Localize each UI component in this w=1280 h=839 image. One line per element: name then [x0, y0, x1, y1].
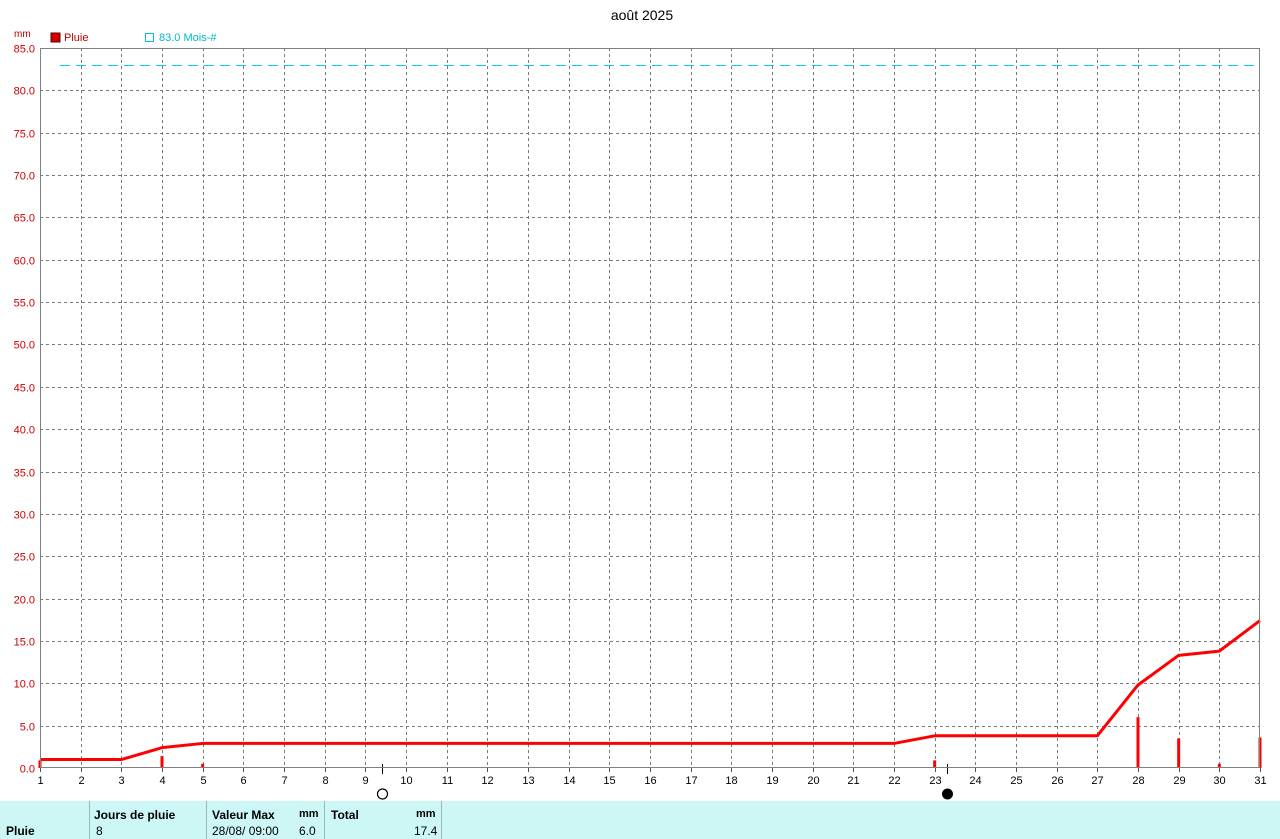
- x-tick-label: 13: [522, 775, 534, 787]
- x-tick-label: 14: [563, 775, 575, 787]
- x-tick-label: 17: [685, 775, 697, 787]
- y-tick-label: 35.0: [14, 468, 35, 480]
- x-tick-label: 8: [322, 775, 328, 787]
- x-tick-label: 16: [644, 775, 656, 787]
- daily-rain-bar: [1177, 738, 1181, 768]
- y-axis-unit-label: mm: [14, 29, 31, 40]
- x-tick-label: 7: [281, 775, 287, 787]
- x-tick-label: 28: [1132, 775, 1144, 787]
- y-tick-label: 0.0: [20, 764, 35, 776]
- x-tick-label: 19: [766, 775, 778, 787]
- summary-divider: [206, 801, 207, 839]
- y-tick-label: 40.0: [14, 425, 35, 437]
- total-unit-header: mm: [416, 808, 436, 820]
- x-tick-label: 18: [725, 775, 737, 787]
- x-tick-label: 22: [888, 775, 900, 787]
- summary-divider: [324, 801, 325, 839]
- daily-rain-bar: [1136, 717, 1140, 768]
- summary-row-label: Pluie: [6, 824, 35, 838]
- x-tick-label: 9: [362, 775, 368, 787]
- summary-table: Jours de pluie Valeur Max mm Total mm Pl…: [0, 801, 1280, 839]
- x-tick-label: 29: [1173, 775, 1185, 787]
- legend-rain-swatch: [50, 32, 61, 43]
- x-tick-label: 10: [400, 775, 412, 787]
- chart-title: août 2025: [611, 7, 673, 23]
- y-tick-label: 45.0: [14, 383, 35, 395]
- x-tick-label: 26: [1051, 775, 1063, 787]
- rain-days-header: Jours de pluie: [94, 808, 176, 822]
- y-tick-label: 10.0: [14, 679, 35, 691]
- summary-divider: [89, 801, 90, 839]
- x-tick-label: 11: [442, 775, 453, 787]
- daily-rain-bar: [933, 760, 937, 768]
- rain-chart: août 2025 mm Pluie 83.0 Mois-# 0.0 5.0 10.…: [14, 7, 1267, 800]
- x-tick-label: 6: [240, 775, 246, 787]
- max-value-header: Valeur Max: [212, 808, 275, 822]
- x-tick-label: 23: [929, 775, 941, 787]
- daily-rain-bar: [160, 756, 164, 768]
- x-tick-label: 5: [200, 775, 206, 787]
- full-moon-icon: [376, 788, 389, 800]
- y-axis-ticks: 0.0 5.0 10.0 15.0 20.0 25.0 30.0 35.0 40.0 45.0 50…: [14, 44, 35, 776]
- legend-reference-swatch: [145, 33, 154, 42]
- max-value-amount: 6.0: [299, 824, 316, 838]
- grid: [40, 48, 1260, 768]
- legend: Pluie 83.0 Mois-#: [50, 32, 217, 44]
- y-tick-label: 75.0: [14, 129, 35, 141]
- x-tick-label: 4: [159, 775, 165, 787]
- x-tick-label: 3: [118, 775, 124, 787]
- x-tick-label: 15: [603, 775, 615, 787]
- moon-phase-markers: [376, 764, 953, 800]
- x-tick-label: 30: [1213, 775, 1225, 787]
- max-value-date: 28/08/ 09:00: [212, 824, 279, 838]
- summary-divider: [441, 801, 442, 839]
- x-tick-label: 2: [78, 775, 84, 787]
- y-tick-label: 15.0: [14, 637, 35, 649]
- total-value: 17.4: [414, 824, 438, 838]
- y-tick-label: 85.0: [14, 44, 35, 56]
- total-header: Total: [331, 808, 359, 822]
- x-tick-label: 1: [37, 775, 43, 787]
- max-unit-header: mm: [299, 808, 319, 820]
- y-tick-label: 50.0: [14, 340, 35, 352]
- y-tick-label: 55.0: [14, 298, 35, 310]
- x-tick-label: 24: [969, 775, 981, 787]
- y-tick-label: 60.0: [14, 256, 35, 268]
- x-tick-label: 12: [481, 775, 493, 787]
- y-tick-label: 5.0: [20, 722, 35, 734]
- x-axis-ticks: 1 2 3 4 5 6 7 8 9 10 11 12 13 14 15 16 17 18 19 20 21 22 23 24 2…: [37, 768, 1267, 787]
- y-tick-label: 30.0: [14, 510, 35, 522]
- x-tick-label: 31: [1254, 775, 1266, 787]
- legend-rain-label: Pluie: [64, 32, 88, 44]
- y-tick-label: 25.0: [14, 552, 35, 564]
- x-tick-label: 20: [807, 775, 819, 787]
- y-tick-label: 20.0: [14, 595, 35, 607]
- rain-days-value: 8: [96, 824, 103, 838]
- x-tick-label: 27: [1091, 775, 1103, 787]
- x-tick-label: 21: [847, 775, 859, 787]
- legend-reference-label: 83.0 Mois-#: [159, 32, 217, 44]
- y-tick-label: 70.0: [14, 171, 35, 183]
- new-moon-icon: [942, 788, 953, 800]
- x-tick-label: 25: [1010, 775, 1022, 787]
- y-tick-label: 65.0: [14, 213, 35, 225]
- y-tick-label: 80.0: [14, 86, 35, 98]
